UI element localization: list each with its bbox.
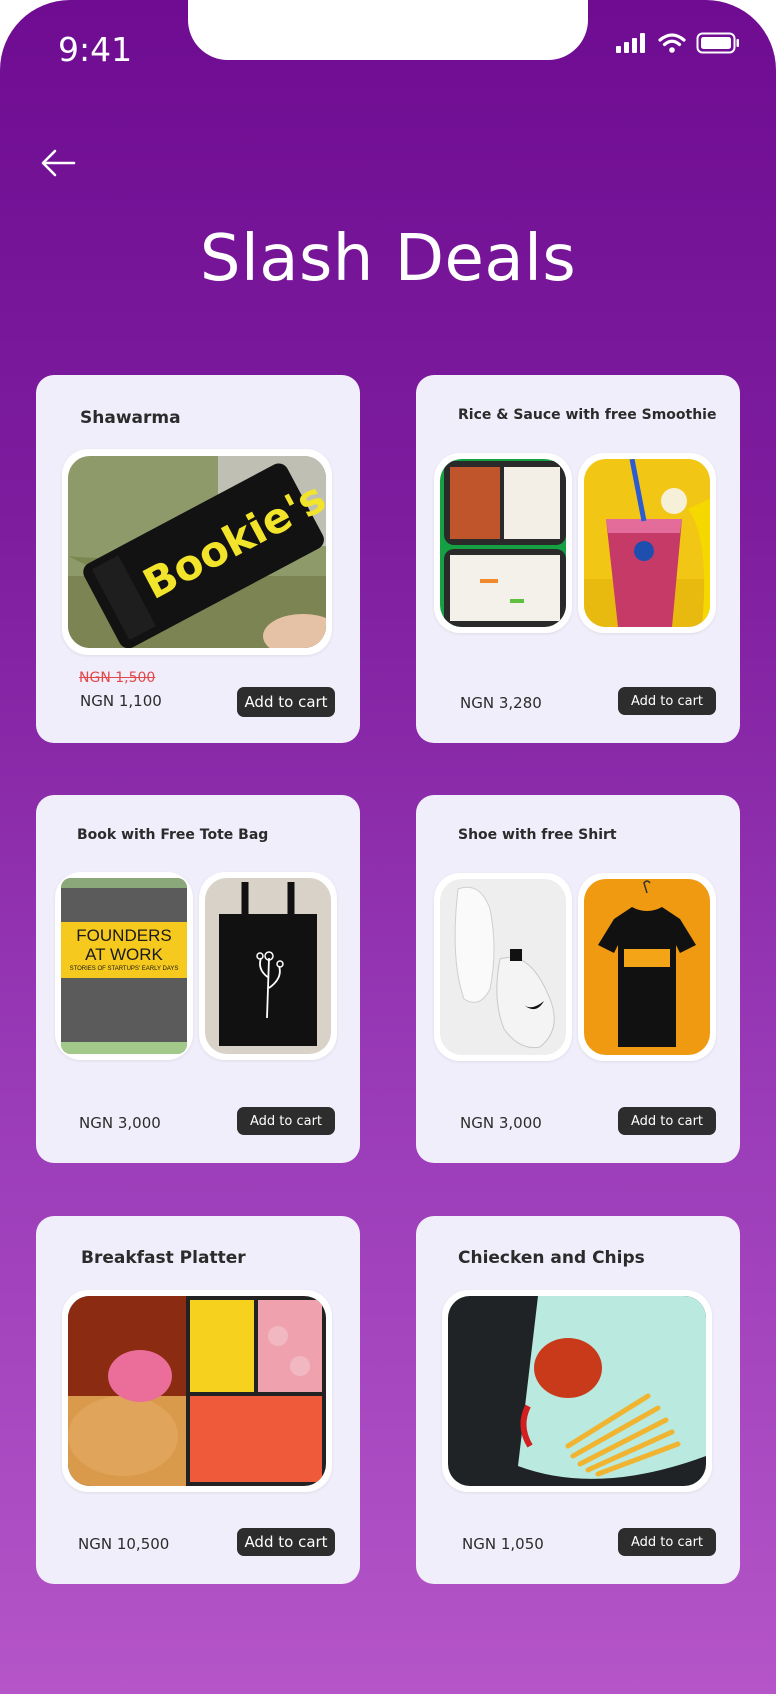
deal-card-rice-sauce[interactable]: Rice & Sauce with free Smoothie NGN 3,28… (416, 375, 740, 743)
tote-bag-image (205, 878, 331, 1054)
add-to-cart-button[interactable]: Add to cart (618, 1528, 716, 1556)
deal-price: NGN 3,000 (460, 1114, 542, 1132)
deal-title: Breakfast Platter (81, 1248, 246, 1268)
deal-title: Shawarma (80, 408, 181, 428)
breakfast-platter-image (68, 1296, 326, 1486)
smoothie-image (584, 459, 710, 627)
book-title: FOUNDERS AT WORK (76, 926, 172, 964)
book-image: FOUNDERS AT WORK STORIES OF STARTUPS' EA… (61, 878, 187, 1054)
deal-card-breakfast[interactable]: Breakfast Platter NGN 10,500 Add to cart (36, 1216, 360, 1584)
chicken-chips-image (448, 1296, 706, 1486)
deal-image-frame (434, 453, 572, 633)
signal-icon (616, 33, 645, 53)
deal-image-frame (434, 873, 572, 1061)
deal-title: Rice & Sauce with free Smoothie (458, 407, 717, 423)
deal-card-chicken-chips[interactable]: Chiecken and Chips NGN 1,050 Add to cart (416, 1216, 740, 1584)
add-to-cart-button[interactable]: Add to cart (618, 687, 716, 715)
deal-card-shawarma[interactable]: Shawarma Bookie's NGN 1,500 NGN 1,100 Ad… (36, 375, 360, 743)
deal-price: NGN 3,000 (79, 1114, 161, 1132)
status-time: 9:41 (58, 30, 133, 69)
deal-image-frame: FOUNDERS AT WORK STORIES OF STARTUPS' EA… (55, 872, 193, 1060)
deal-image-frame (578, 873, 716, 1061)
deal-card-shoe-shirt[interactable]: Shoe with free Shirt NGN 3,000 Add to ca… (416, 795, 740, 1163)
deal-title: Chiecken and Chips (458, 1248, 645, 1268)
back-arrow-icon[interactable] (40, 148, 76, 178)
shoe-image (440, 879, 566, 1055)
deal-image-frame (62, 1290, 332, 1492)
deal-image-frame (578, 453, 716, 633)
deal-image-frame (442, 1290, 712, 1492)
add-to-cart-button[interactable]: Add to cart (618, 1107, 716, 1135)
add-to-cart-button[interactable]: Add to cart (237, 1528, 335, 1556)
deal-card-book-tote[interactable]: Book with Free Tote Bag FOUNDERS AT WORK… (36, 795, 360, 1163)
old-price: NGN 1,500 (79, 670, 156, 686)
deal-price: NGN 3,280 (460, 694, 542, 712)
add-to-cart-button[interactable]: Add to cart (237, 1107, 335, 1135)
rice-sauce-image (440, 459, 566, 627)
add-to-cart-button[interactable]: Add to cart (237, 687, 335, 717)
deal-title: Book with Free Tote Bag (77, 827, 269, 843)
deal-image-frame: Bookie's (62, 449, 332, 655)
deal-price: NGN 1,100 (80, 692, 162, 710)
deal-title: Shoe with free Shirt (458, 827, 617, 843)
app-screen: 9:41 Slash Deals Shawarma Bookie's NGN 1… (0, 0, 776, 1694)
deal-price: NGN 10,500 (78, 1535, 170, 1553)
deal-image-frame (199, 872, 337, 1060)
shawarma-image: Bookie's (68, 456, 326, 648)
device-notch (188, 0, 588, 60)
shirt-image (584, 879, 710, 1055)
deal-price: NGN 1,050 (462, 1535, 544, 1553)
book-subtitle: STORIES OF STARTUPS' EARLY DAYS (69, 966, 179, 972)
status-icons (616, 32, 740, 54)
page-title: Slash Deals (199, 222, 577, 296)
battery-icon (696, 32, 739, 54)
wifi-icon (658, 33, 686, 53)
